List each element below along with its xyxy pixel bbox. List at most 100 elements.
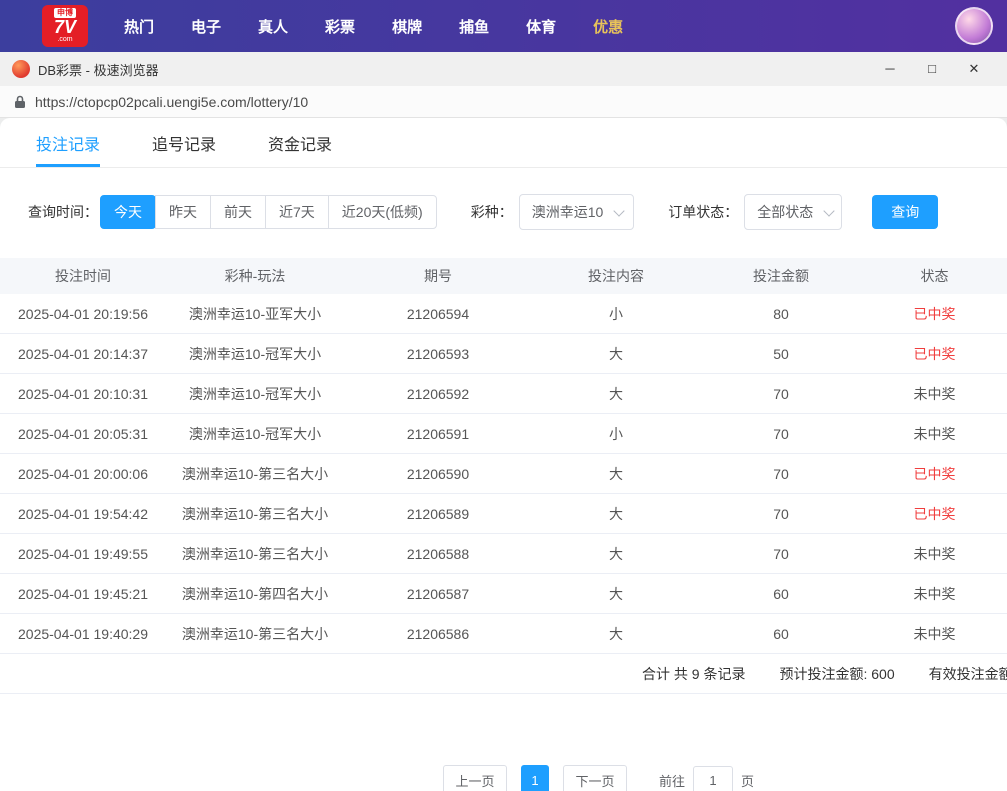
lottery-select[interactable]: 澳洲幸运10 [519, 194, 635, 230]
table-cell: 大 [532, 584, 700, 604]
table-cell: 澳洲幸运10-冠军大小 [166, 344, 344, 364]
table-cell: 21206586 [344, 626, 532, 642]
status-cell: 未中奖 [862, 584, 1007, 604]
table-cell: 21206589 [344, 506, 532, 522]
chevron-down-icon [824, 205, 835, 216]
table-cell: 2025-04-01 20:19:56 [0, 306, 166, 322]
time-option-3[interactable]: 近7天 [265, 195, 329, 229]
table-row: 2025-04-01 20:05:31澳洲幸运10-冠军大小21206591小7… [0, 414, 1007, 454]
browser-titlebar: DB彩票 - 极速浏览器 ─ □ ✕ [0, 52, 1007, 86]
lottery-filter-label: 彩种： [471, 202, 513, 222]
minimize-button[interactable]: ─ [869, 52, 911, 86]
table-row: 2025-04-01 20:00:06澳洲幸运10-第三名大小21206590大… [0, 454, 1007, 494]
table-cell: 澳洲幸运10-第四名大小 [166, 584, 344, 604]
status-cell: 未中奖 [862, 384, 1007, 404]
time-option-2[interactable]: 前天 [210, 195, 266, 229]
column-header-5: 状态 [862, 266, 1007, 286]
chevron-down-icon [614, 205, 625, 216]
page-content: 投注记录 追号记录 资金记录 查询时间： 今天昨天前天近7天近20天(低频) 彩种：… [0, 118, 1007, 791]
pagination: 上一页 1 下一页 前往 页 [443, 765, 754, 791]
record-tabs: 投注记录 追号记录 资金记录 [0, 118, 1007, 168]
goto-label: 前往 [659, 771, 685, 790]
status-cell: 已中奖 [862, 464, 1007, 484]
goto-page-input[interactable] [693, 766, 733, 791]
nav-item-5[interactable]: 捕鱼 [459, 16, 489, 37]
table-cell: 澳洲幸运10-第三名大小 [166, 464, 344, 484]
tab-0[interactable]: 投注记录 [36, 118, 100, 167]
status-select-value: 全部状态 [757, 202, 813, 222]
table-header-row: 投注时间彩种-玩法期号投注内容投注金额状态 [0, 258, 1007, 294]
window-title: DB彩票 - 极速浏览器 [38, 60, 159, 79]
time-filter-label: 查询时间： [28, 202, 98, 222]
prev-page-button[interactable]: 上一页 [443, 765, 507, 791]
column-header-2: 期号 [344, 266, 532, 286]
time-filter-group: 今天昨天前天近7天近20天(低频) [100, 195, 437, 229]
time-option-0[interactable]: 今天 [100, 195, 156, 229]
table-cell: 大 [532, 544, 700, 564]
table-cell: 大 [532, 504, 700, 524]
tab-2[interactable]: 资金记录 [268, 118, 332, 167]
goto-page-group: 前往 页 [659, 766, 754, 791]
time-option-4[interactable]: 近20天(低频) [328, 195, 437, 229]
close-button[interactable]: ✕ [953, 52, 995, 86]
nav-item-2[interactable]: 真人 [258, 16, 288, 37]
table-row: 2025-04-01 19:45:21澳洲幸运10-第四名大小21206587大… [0, 574, 1007, 614]
nav-item-1[interactable]: 电子 [191, 16, 221, 37]
bet-table-body: 2025-04-01 20:19:56澳洲幸运10-亚军大小21206594小8… [0, 294, 1007, 654]
table-cell: 21206591 [344, 426, 532, 442]
nav-item-6[interactable]: 体育 [526, 16, 556, 37]
nav-item-0[interactable]: 热门 [124, 16, 154, 37]
column-header-4: 投注金额 [700, 266, 862, 286]
table-row: 2025-04-01 20:10:31澳洲幸运10-冠军大小21206592大7… [0, 374, 1007, 414]
table-cell: 澳洲幸运10-第三名大小 [166, 624, 344, 644]
table-cell: 大 [532, 384, 700, 404]
status-cell: 未中奖 [862, 424, 1007, 444]
nav-item-4[interactable]: 棋牌 [392, 16, 422, 37]
table-cell: 澳洲幸运10-亚军大小 [166, 304, 344, 324]
table-cell: 21206592 [344, 386, 532, 402]
search-button[interactable]: 查询 [872, 195, 938, 229]
table-cell: 70 [700, 506, 862, 522]
tab-1[interactable]: 追号记录 [152, 118, 216, 167]
summary-expected-amount: 预计投注金额: 600 [779, 664, 894, 684]
table-cell: 70 [700, 386, 862, 402]
site-logo[interactable]: 申博 7V .com [42, 5, 88, 47]
table-row: 2025-04-01 19:40:29澳洲幸运10-第三名大小21206586大… [0, 614, 1007, 654]
status-select[interactable]: 全部状态 [744, 194, 842, 230]
nav-item-3[interactable]: 彩票 [325, 16, 355, 37]
page-unit-label: 页 [741, 771, 754, 790]
status-cell: 已中奖 [862, 504, 1007, 524]
next-page-button[interactable]: 下一页 [563, 765, 627, 791]
table-cell: 澳洲幸运10-第三名大小 [166, 544, 344, 564]
time-option-1[interactable]: 昨天 [155, 195, 211, 229]
main-nav: 热门 电子 真人 彩票 棋牌 捕鱼 体育 优惠 [124, 16, 623, 37]
summary-total: 合计 共 9 条记录 [642, 664, 745, 684]
table-cell: 澳洲幸运10-冠军大小 [166, 424, 344, 444]
status-cell: 未中奖 [862, 624, 1007, 644]
nav-item-7[interactable]: 优惠 [593, 16, 623, 37]
table-cell: 小 [532, 424, 700, 444]
table-cell: 2025-04-01 20:10:31 [0, 386, 166, 402]
address-bar: https://ctopcp02pcali.uengi5e.com/lotter… [0, 86, 1007, 118]
table-cell: 大 [532, 624, 700, 644]
status-cell: 未中奖 [862, 544, 1007, 564]
status-filter-label: 订单状态： [668, 202, 738, 222]
table-cell: 澳洲幸运10-冠军大小 [166, 384, 344, 404]
table-cell: 大 [532, 344, 700, 364]
lottery-select-value: 澳洲幸运10 [532, 202, 604, 222]
table-cell: 60 [700, 626, 862, 642]
table-cell: 2025-04-01 19:45:21 [0, 586, 166, 602]
window-controls: ─ □ ✕ [869, 52, 995, 86]
table-cell: 大 [532, 464, 700, 484]
table-cell: 2025-04-01 20:05:31 [0, 426, 166, 442]
url-text[interactable]: https://ctopcp02pcali.uengi5e.com/lotter… [35, 94, 308, 110]
maximize-button[interactable]: □ [911, 52, 953, 86]
site-header: 申博 7V .com 热门 电子 真人 彩票 棋牌 捕鱼 体育 优惠 [0, 0, 1007, 52]
user-avatar[interactable] [955, 7, 993, 45]
current-page-button[interactable]: 1 [521, 765, 549, 791]
table-row: 2025-04-01 19:49:55澳洲幸运10-第三名大小21206588大… [0, 534, 1007, 574]
table-cell: 2025-04-01 20:14:37 [0, 346, 166, 362]
table-cell: 2025-04-01 19:49:55 [0, 546, 166, 562]
table-cell: 2025-04-01 19:40:29 [0, 626, 166, 642]
table-cell: 21206594 [344, 306, 532, 322]
